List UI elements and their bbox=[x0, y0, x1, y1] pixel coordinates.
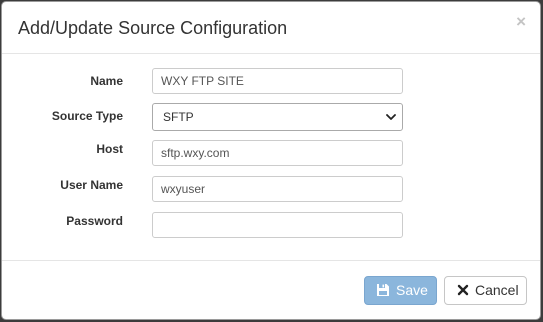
save-button-label: Save bbox=[396, 282, 428, 298]
name-input[interactable]: WXY FTP SITE bbox=[152, 68, 403, 94]
password-input[interactable] bbox=[152, 212, 403, 238]
password-label: Password bbox=[66, 214, 123, 228]
form-row-user-name: User Name wxyuser bbox=[2, 176, 540, 202]
source-type-select[interactable]: SFTP bbox=[152, 103, 403, 131]
name-label: Name bbox=[90, 74, 123, 88]
form-row-name: Name WXY FTP SITE bbox=[2, 68, 540, 94]
close-icon[interactable]: × bbox=[516, 12, 526, 32]
form-row-password: Password bbox=[2, 212, 540, 238]
dialog-header: Add/Update Source Configuration × bbox=[2, 2, 540, 54]
host-label: Host bbox=[96, 142, 123, 156]
source-type-value: SFTP bbox=[163, 110, 194, 124]
source-type-label: Source Type bbox=[51, 109, 123, 123]
cancel-button-label: Cancel bbox=[475, 282, 519, 298]
dialog-title: Add/Update Source Configuration bbox=[18, 18, 288, 38]
cancel-button[interactable]: Cancel bbox=[444, 276, 527, 305]
close-icon bbox=[457, 284, 469, 296]
save-button[interactable]: Save bbox=[364, 276, 437, 305]
user-name-input[interactable]: wxyuser bbox=[152, 176, 403, 202]
source-config-dialog: Add/Update Source Configuration × Name W… bbox=[1, 1, 541, 320]
user-name-label: User Name bbox=[60, 178, 123, 192]
form-row-host: Host sftp.wxy.com bbox=[2, 140, 540, 166]
host-input[interactable]: sftp.wxy.com bbox=[152, 140, 403, 166]
form-row-source-type: Source Type SFTP bbox=[2, 103, 540, 131]
dialog-footer: Save Cancel bbox=[2, 260, 540, 319]
floppy-disk-icon bbox=[377, 284, 389, 296]
chevron-down-icon bbox=[386, 114, 396, 120]
